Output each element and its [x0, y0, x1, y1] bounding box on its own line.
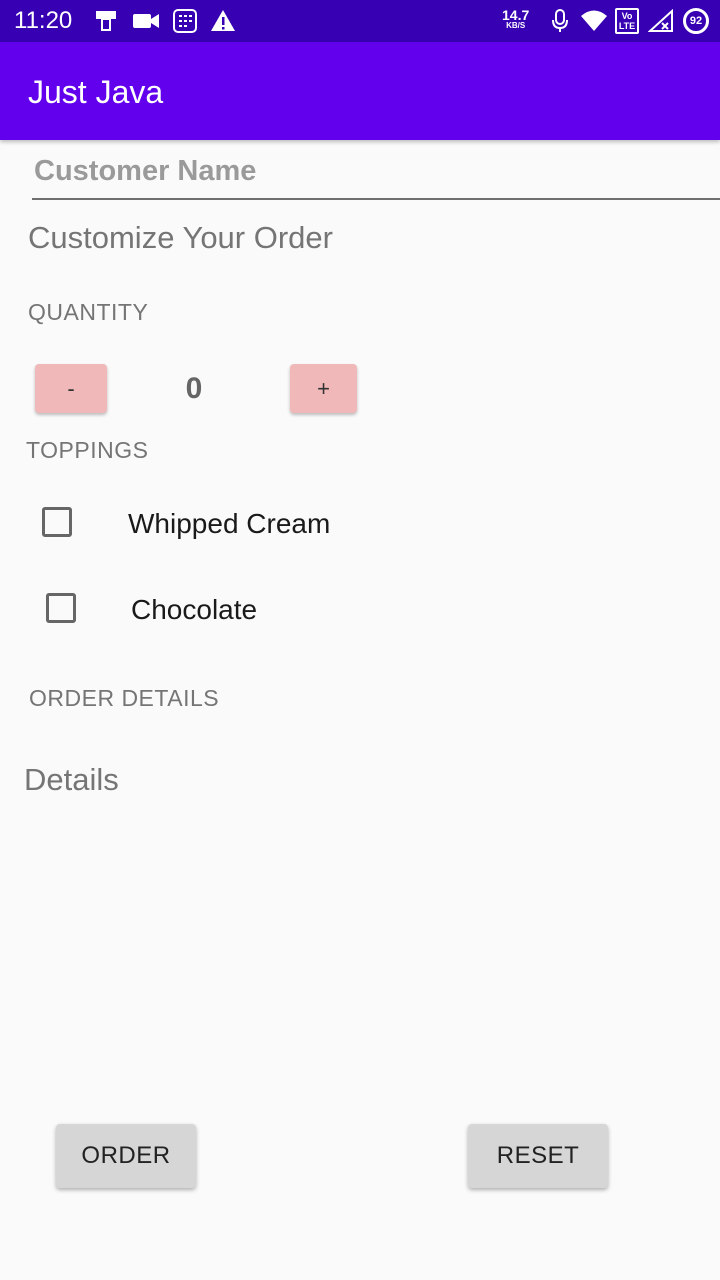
- calculator-icon: [173, 9, 197, 33]
- increment-button[interactable]: +: [290, 364, 357, 413]
- customer-name-input[interactable]: [32, 144, 720, 200]
- whipped-cream-label[interactable]: Whipped Cream: [128, 507, 330, 541]
- battery-icon: 92: [683, 8, 709, 34]
- chocolate-label[interactable]: Chocolate: [131, 593, 257, 627]
- microphone-icon: [552, 9, 568, 32]
- status-time: 11:20: [14, 7, 73, 34]
- app-bar: Just Java: [0, 42, 720, 140]
- order-button[interactable]: ORDER: [56, 1124, 196, 1188]
- quantity-value: 0: [185, 372, 203, 405]
- wifi-icon: [581, 10, 607, 31]
- reset-button[interactable]: RESET: [468, 1124, 608, 1188]
- quantity-label: QUANTITY: [28, 299, 149, 325]
- app-title: Just Java: [28, 74, 164, 110]
- volte-icon: Vo LTE: [615, 8, 639, 34]
- warning-icon: [211, 10, 235, 31]
- phone-sync-icon: [96, 11, 116, 31]
- whipped-cream-checkbox[interactable]: [42, 507, 72, 537]
- order-details-text: Details: [24, 762, 119, 797]
- network-speed: 14.7 KB/S: [502, 7, 530, 30]
- toppings-label: TOPPINGS: [26, 437, 149, 463]
- order-details-label: ORDER DETAILS: [29, 685, 220, 711]
- customize-order-heading: Customize Your Order: [28, 220, 333, 255]
- video-camera-icon: [133, 14, 159, 28]
- chocolate-checkbox[interactable]: [46, 593, 76, 623]
- decrement-button[interactable]: -: [35, 364, 107, 413]
- status-bar: 11:20 14.7 KB/S Vo LTE 92: [0, 0, 720, 42]
- signal-icon: [648, 9, 673, 32]
